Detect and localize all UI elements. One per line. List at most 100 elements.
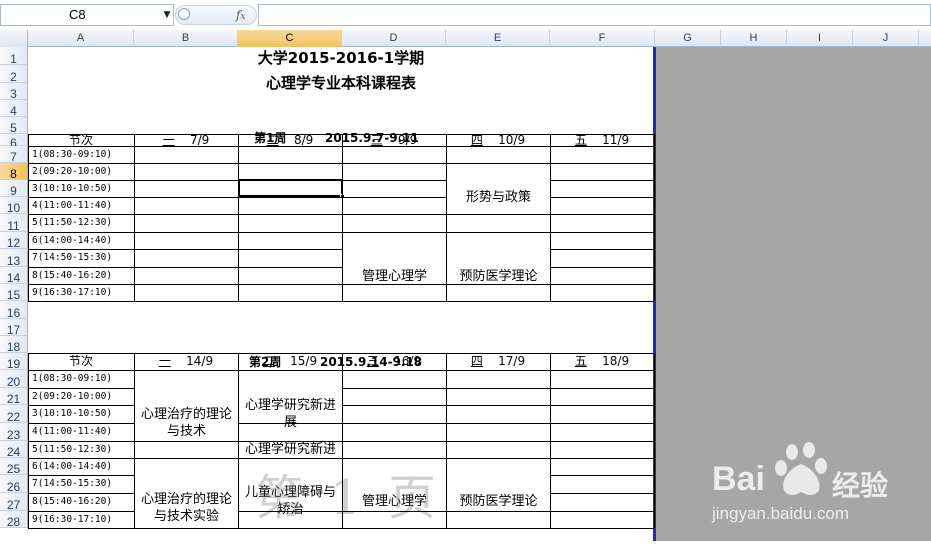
course-week2-tue-morning-2[interactable]: 心理学研究新进 <box>239 441 342 458</box>
week2-vline <box>342 353 343 528</box>
week2-hline <box>446 423 551 424</box>
row-header-9[interactable]: 9 <box>0 180 28 198</box>
day-name: 三 <box>370 133 383 147</box>
week1-slot-8: 8(15:40-16:20) <box>32 270 113 281</box>
column-header-h[interactable]: H <box>721 30 787 47</box>
week2-slot-5: 5(11:50-12:30) <box>32 444 113 455</box>
row-header-23[interactable]: 23 <box>0 423 28 442</box>
week1-hline <box>550 249 655 250</box>
day-gap <box>279 133 294 147</box>
column-header-d[interactable]: D <box>342 30 446 47</box>
row-header-18[interactable]: 18 <box>0 336 28 354</box>
column-header-a[interactable]: A <box>28 30 134 47</box>
course-week2-mon-afternoon[interactable]: 心理治疗的理论与技术实验 <box>135 475 238 541</box>
column-header-g[interactable]: G <box>655 30 721 47</box>
row-header-2[interactable]: 2 <box>0 65 28 84</box>
week1-hline <box>446 232 551 233</box>
selected-cell-c8[interactable] <box>238 179 343 197</box>
row-header-19[interactable]: 19 <box>0 353 28 371</box>
column-header-i[interactable]: I <box>787 30 853 47</box>
week2-hline <box>550 405 655 406</box>
row-header-4[interactable]: 4 <box>0 100 28 118</box>
row-header-28[interactable]: 28 <box>0 511 28 529</box>
week1-hline <box>550 267 655 268</box>
day-name: 三 <box>366 354 379 368</box>
name-box[interactable]: C8 <box>0 4 174 26</box>
day-gap <box>483 133 498 147</box>
course-week1-thu-afternoon[interactable]: 预防医学理论 <box>447 250 550 302</box>
day-date: 8/9 <box>293 133 314 147</box>
week2-vline <box>28 353 29 528</box>
day-date: 11/9 <box>602 133 630 147</box>
row-header-25[interactable]: 25 <box>0 458 28 476</box>
week2-hline <box>446 441 551 442</box>
week1-slot-5: 5(11:50-12:30) <box>32 217 113 228</box>
column-header-j[interactable]: J <box>853 30 919 47</box>
row-header-12[interactable]: 12 <box>0 232 28 250</box>
course-week2-tue-morning-1[interactable]: 心理学研究新进展 <box>239 388 342 440</box>
week1-slot-7: 7(14:50-15:30) <box>32 252 113 263</box>
week2-hline <box>28 388 135 389</box>
row-header-3[interactable]: 3 <box>0 83 28 101</box>
column-header-e[interactable]: E <box>446 30 550 47</box>
day-gap <box>483 354 498 368</box>
column-header-f[interactable]: F <box>550 30 655 47</box>
row-header-14[interactable]: 14 <box>0 267 28 285</box>
page-watermark: 第 1 页 <box>255 470 443 526</box>
row-header-13[interactable]: 13 <box>0 249 28 268</box>
week1-hline <box>134 214 239 215</box>
week1-hline <box>342 197 447 198</box>
column-header-c[interactable]: C <box>238 30 342 47</box>
day-date: 18/9 <box>602 354 630 368</box>
function-circle-icon[interactable] <box>178 8 190 20</box>
week2-hline <box>446 458 551 459</box>
week2-hline <box>28 441 135 442</box>
week1-hline <box>28 301 654 302</box>
day-date: 16/9 <box>394 354 422 368</box>
week1-hline <box>342 163 447 164</box>
row-header-27[interactable]: 27 <box>0 493 28 512</box>
row-header-7[interactable]: 7 <box>0 146 28 164</box>
week1-vline <box>550 134 551 301</box>
week2-hline <box>28 458 135 459</box>
week1-vline <box>342 134 343 301</box>
course-week2-thu-afternoon[interactable]: 预防医学理论 <box>447 475 550 527</box>
week1-hline <box>134 284 239 285</box>
week2-slot-9: 9(16:30-17:10) <box>32 514 113 525</box>
row-header-16[interactable]: 16 <box>0 301 28 320</box>
row-header-20[interactable]: 20 <box>0 370 28 389</box>
day-name: 一 <box>158 354 171 368</box>
name-box-dropdown-icon[interactable]: ▼ <box>160 4 174 26</box>
row-header-24[interactable]: 24 <box>0 441 28 459</box>
course-week2-mon-morning[interactable]: 心理治疗的理论与技术 <box>135 388 238 458</box>
row-header-11[interactable]: 11 <box>0 214 28 233</box>
day-gap <box>383 133 398 147</box>
course-week1-thu-morning[interactable]: 形势与政策 <box>447 163 550 232</box>
day-gap <box>379 354 394 368</box>
day-date: 9/9 <box>397 133 418 147</box>
insert-function-icon[interactable]: fx <box>236 6 254 24</box>
week1-hline <box>342 214 447 215</box>
course-week1-wed-afternoon[interactable]: 管理心理学 <box>343 250 446 302</box>
row-header-26[interactable]: 26 <box>0 475 28 494</box>
select-all-corner[interactable] <box>0 30 28 47</box>
week2-slot-8: 8(15:40-16:20) <box>32 496 113 507</box>
week2-vline <box>446 353 447 528</box>
baidu-url: jingyan.baidu.com <box>712 504 850 523</box>
week1-hline <box>550 284 655 285</box>
row-header-6[interactable]: 6 <box>0 134 28 150</box>
row-header-8[interactable]: 8 <box>0 163 28 181</box>
row-header-17[interactable]: 17 <box>0 319 28 337</box>
column-header-b[interactable]: B <box>134 30 238 47</box>
week1-hline <box>134 180 239 181</box>
week1-hline <box>550 163 655 164</box>
formula-input[interactable] <box>258 4 931 26</box>
row-header-15[interactable]: 15 <box>0 284 28 302</box>
row-header-10[interactable]: 10 <box>0 197 28 215</box>
row-header-22[interactable]: 22 <box>0 405 28 424</box>
week1-hline <box>134 249 239 250</box>
week1-header-day-5: 五 11/9 <box>550 134 654 146</box>
row-header-5[interactable]: 5 <box>0 117 28 135</box>
row-header-1[interactable]: 1 <box>0 47 28 66</box>
row-header-21[interactable]: 21 <box>0 388 28 406</box>
